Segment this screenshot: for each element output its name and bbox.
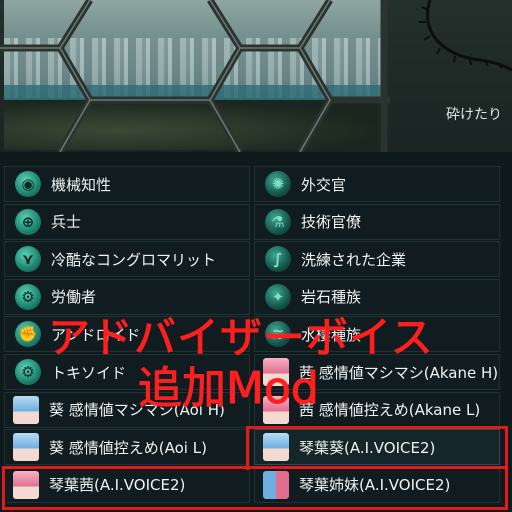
advisor-label: 洗練された企業 [301,250,407,269]
advisor-label: 技術官僚 [301,213,362,232]
advisor-label: 琴葉葵(A.I.VOICE2) [299,438,436,457]
advisor-item[interactable]: ⚗ 技術官僚 [254,203,500,240]
advisor-item[interactable]: ⊕ 兵士 [4,203,250,240]
advisor-label: 冷酷なコングロマリット [51,250,217,269]
advisor-item[interactable]: ⋎ 冷酷なコングロマリット [4,241,250,278]
aoi-avatar-icon [13,433,39,462]
microscope-icon: ⚗ [265,208,291,235]
side-caption: 砕けたり [446,107,502,123]
advisor-item[interactable]: ∫ 洗練された企業 [254,241,500,278]
advisor-label: 琴葉姉妹(A.I.VOICE2) [299,476,451,495]
crosshair-icon: ⊕ [15,208,41,235]
advisor-label: 茜 感情値控えめ(Akane L) [299,401,481,420]
advisor-label: 機械知性 [51,175,112,194]
advisor-item[interactable]: ◉ 機械知性 [4,166,250,202]
thorn-vine-icon [419,0,512,72]
hex-window-frame [0,0,390,152]
advisor-item[interactable]: 葵 感情値控えめ(Aoi L) [4,429,250,466]
overlay-title-line2: 追加Mod [138,363,320,415]
fist-icon: ✊ [15,321,41,348]
advisor-item[interactable]: ✺ 外交官 [254,166,500,202]
advisor-item[interactable]: 琴葉葵(A.I.VOICE2) [254,429,500,466]
arrow-k-icon: ⋎ [15,246,41,273]
circuit-brain-icon: ◉ [15,171,41,197]
advisor-item[interactable]: 琴葉姉妹(A.I.VOICE2) [254,466,500,503]
advisor-label: 外交官 [301,175,347,194]
gear-skull-icon: ⚙ [15,359,41,385]
header-vista: 砕けたり [0,0,512,152]
aoi-avatar-icon [263,433,289,462]
spiral-swirl-icon: ✺ [265,171,291,197]
advisor-item[interactable]: 琴葉茜(A.I.VOICE2) [4,466,250,503]
gear-hand-icon: ⚙ [15,283,41,310]
aoi-avatar-icon [13,395,39,424]
advisor-label: 葵 感情値控えめ(Aoi L) [49,438,207,457]
s-curve-icon: ∫ [265,246,291,273]
sisters-avatar-icon [263,470,289,499]
advisor-label: 琴葉茜(A.I.VOICE2) [49,476,186,495]
advisor-label: 兵士 [51,213,82,232]
akane-avatar-icon [13,470,39,499]
